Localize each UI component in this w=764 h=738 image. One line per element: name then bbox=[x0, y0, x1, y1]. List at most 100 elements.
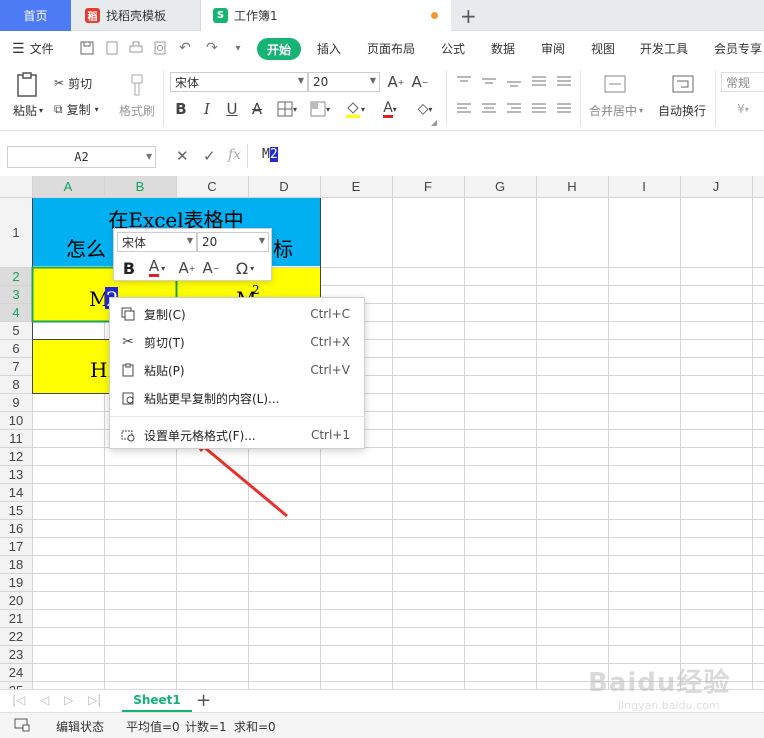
mini-decrease-font-icon[interactable]: A − bbox=[200, 257, 222, 279]
decrease-font-icon[interactable]: A − bbox=[410, 72, 430, 92]
row-header-22[interactable]: 22 bbox=[9, 629, 23, 644]
quick-access-dropdown-icon[interactable]: ▾ bbox=[229, 39, 247, 57]
context-menu-paste-history[interactable]: 粘贴更早复制的内容(L)... bbox=[110, 385, 366, 411]
column-header-g[interactable]: G bbox=[495, 179, 505, 194]
context-menu-format-cells[interactable]: 设置单元格格式(F)... Ctrl+1 bbox=[110, 422, 366, 448]
wrap-text-icon[interactable] bbox=[668, 72, 698, 96]
row-header-19[interactable]: 19 bbox=[9, 575, 23, 590]
row-header-15[interactable]: 15 bbox=[9, 503, 23, 518]
format-painter-icon[interactable] bbox=[122, 72, 152, 98]
cell-style-icon[interactable]: ▾ bbox=[306, 99, 334, 119]
row-header-14[interactable]: 14 bbox=[9, 485, 23, 500]
column-header-a[interactable]: A bbox=[64, 179, 73, 194]
italic-icon[interactable]: I bbox=[198, 99, 216, 119]
new-tab-plus-icon[interactable]: + bbox=[460, 4, 477, 28]
print-preview-icon[interactable] bbox=[151, 39, 169, 57]
print-icon[interactable] bbox=[127, 39, 145, 57]
menu-page-layout[interactable]: 页面布局 bbox=[367, 31, 415, 66]
row-header-11[interactable]: 11 bbox=[9, 431, 23, 446]
name-box[interactable]: A2 bbox=[7, 146, 156, 168]
fx-icon[interactable]: fx bbox=[228, 147, 241, 163]
column-header-h[interactable]: H bbox=[567, 179, 576, 194]
menu-view[interactable]: 视图 bbox=[591, 31, 615, 66]
file-menu[interactable]: ☰ 文件 bbox=[12, 31, 54, 66]
sheet-tab-sheet1[interactable]: Sheet1 bbox=[122, 690, 192, 712]
row-header-5[interactable]: 5 bbox=[12, 323, 19, 338]
formula-input[interactable]: M2 bbox=[262, 147, 278, 162]
row-header-9[interactable]: 9 bbox=[12, 395, 19, 410]
column-header-i[interactable]: I bbox=[642, 179, 646, 194]
row-header-12[interactable]: 12 bbox=[9, 449, 23, 464]
name-box-dropdown-icon[interactable]: ▼ bbox=[146, 152, 152, 161]
copy-button[interactable]: ⧉ 复制 ▾ bbox=[54, 100, 99, 118]
row-header-3[interactable]: 3 bbox=[12, 287, 19, 302]
menu-start[interactable]: 开始 bbox=[257, 38, 302, 60]
row-header-1[interactable]: 1 bbox=[12, 225, 19, 240]
border-icon[interactable]: ▾ bbox=[273, 99, 301, 119]
undo-icon[interactable]: ↶ bbox=[176, 39, 194, 57]
tab-template[interactable]: 稻 找稻壳模板 bbox=[71, 0, 201, 31]
paste-icon[interactable] bbox=[12, 70, 42, 100]
add-sheet-icon[interactable]: + bbox=[196, 690, 211, 711]
macro-record-icon[interactable] bbox=[14, 718, 30, 735]
column-header-d[interactable]: D bbox=[279, 179, 288, 194]
mini-font-color-icon[interactable]: A ▾ bbox=[144, 257, 170, 279]
row-header-24[interactable]: 24 bbox=[9, 665, 23, 680]
context-menu-copy[interactable]: 复制(C) Ctrl+C bbox=[110, 301, 366, 327]
currency-icon[interactable]: ¥ ▾ bbox=[728, 99, 758, 119]
menu-developer[interactable]: 开发工具 bbox=[640, 31, 688, 66]
mini-increase-font-icon[interactable]: A + bbox=[176, 257, 198, 279]
first-sheet-icon[interactable]: |◁ bbox=[12, 693, 25, 707]
format-painter-button[interactable]: 格式刷 bbox=[117, 102, 157, 118]
confirm-icon[interactable]: ✓ bbox=[203, 147, 216, 165]
font-dialog-launcher-icon[interactable]: ◢ bbox=[429, 117, 439, 127]
row-header-23[interactable]: 23 bbox=[9, 647, 23, 662]
row-header-8[interactable]: 8 bbox=[12, 377, 19, 392]
merge-center-button[interactable]: 合并居中 ▾ bbox=[585, 102, 647, 118]
row-header-2[interactable]: 2 bbox=[12, 269, 19, 284]
save-icon[interactable] bbox=[78, 39, 96, 57]
menu-member[interactable]: 会员专享 bbox=[714, 31, 762, 66]
context-menu-paste[interactable]: 粘贴(P) Ctrl+V bbox=[110, 357, 366, 383]
row-header-7[interactable]: 7 bbox=[12, 359, 19, 374]
clear-icon[interactable]: ◇ ▾ bbox=[410, 99, 440, 119]
font-size-select[interactable]: 20 ▼ bbox=[308, 72, 380, 92]
menu-insert[interactable]: 插入 bbox=[317, 31, 341, 66]
underline-icon[interactable]: U bbox=[223, 99, 241, 119]
column-header-c[interactable]: C bbox=[207, 179, 216, 194]
menu-data[interactable]: 数据 bbox=[491, 31, 515, 66]
column-header-f[interactable]: F bbox=[424, 179, 432, 194]
menu-formula[interactable]: 公式 bbox=[441, 31, 465, 66]
mini-symbol-icon[interactable]: Ω ▾ bbox=[230, 257, 260, 279]
column-header-j[interactable]: J bbox=[713, 179, 720, 194]
cut-button[interactable]: ✂ 剪切 bbox=[54, 74, 92, 92]
font-name-select[interactable]: 宋体 ▼ bbox=[170, 72, 308, 92]
context-menu-cut[interactable]: ✂ 剪切(T) Ctrl+X bbox=[110, 329, 366, 355]
menu-review[interactable]: 审阅 bbox=[541, 31, 565, 66]
row-header-4[interactable]: 4 bbox=[12, 305, 19, 320]
font-color-icon[interactable]: A ▾ bbox=[376, 99, 404, 119]
mini-size-select[interactable]: 20 ▼ bbox=[197, 232, 269, 252]
row-header-18[interactable]: 18 bbox=[9, 557, 23, 572]
row-header-10[interactable]: 10 bbox=[9, 413, 23, 428]
tab-workbook[interactable]: S 工作簿1 bbox=[201, 0, 451, 31]
bold-icon[interactable]: B bbox=[172, 99, 190, 119]
export-pdf-icon[interactable] bbox=[103, 39, 121, 57]
paste-button[interactable]: 粘贴 ▾ bbox=[8, 102, 48, 118]
row-header-6[interactable]: 6 bbox=[12, 341, 19, 356]
prev-sheet-icon[interactable]: ◁ bbox=[40, 693, 49, 707]
row-header-13[interactable]: 13 bbox=[9, 467, 23, 482]
mini-bold-icon[interactable]: B bbox=[120, 257, 138, 279]
tab-home[interactable]: 首页 bbox=[0, 0, 71, 31]
strikethrough-icon[interactable]: A bbox=[248, 99, 266, 119]
fill-color-icon[interactable]: ▾ bbox=[341, 99, 369, 119]
column-header-b[interactable]: B bbox=[136, 179, 145, 194]
column-header-e[interactable]: E bbox=[352, 179, 361, 194]
last-sheet-icon[interactable]: ▷| bbox=[88, 693, 101, 707]
merge-center-icon[interactable] bbox=[600, 72, 630, 96]
row-header-21[interactable]: 21 bbox=[9, 611, 23, 626]
number-format-select[interactable]: 常规 bbox=[721, 72, 764, 92]
row-header-17[interactable]: 17 bbox=[9, 539, 23, 554]
mini-font-select[interactable]: 宋体 ▼ bbox=[117, 232, 197, 252]
next-sheet-icon[interactable]: ▷ bbox=[64, 693, 73, 707]
